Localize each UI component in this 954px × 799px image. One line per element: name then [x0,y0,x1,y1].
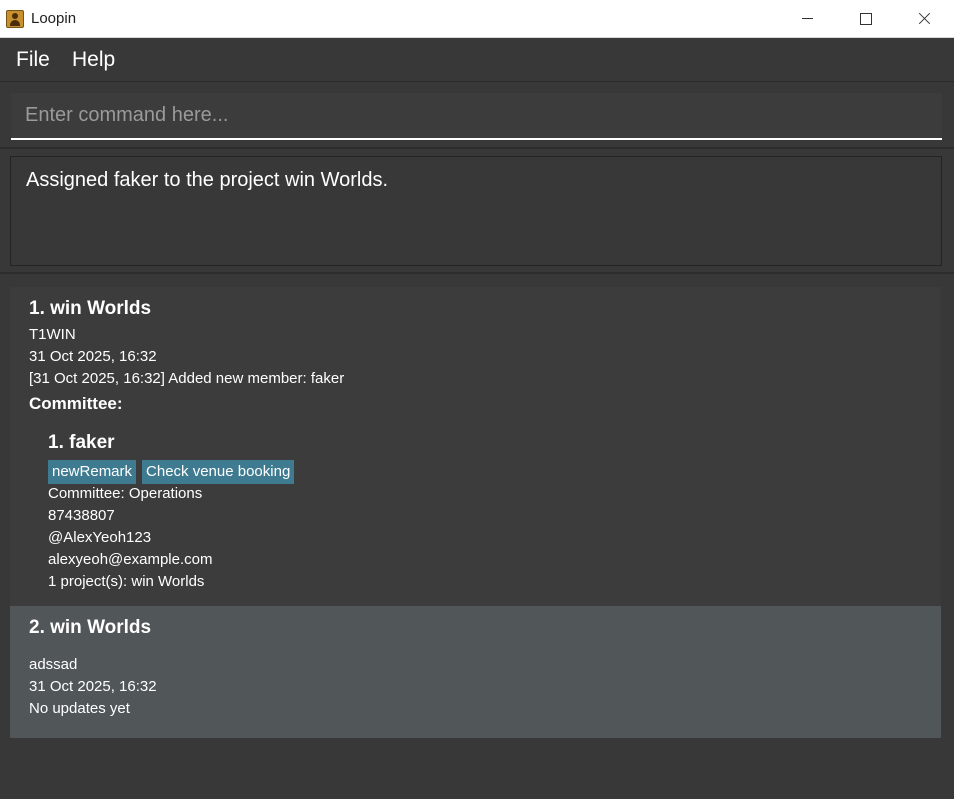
app-person-icon [6,10,24,28]
project-title: 2. win Worlds [29,617,152,638]
project-datetime: 31 Oct 2025, 16:32 [29,348,157,365]
project-card[interactable]: 2. win Worlds adssad 31 Oct 2025, 16:32 … [10,606,941,738]
project-update: [31 Oct 2025, 16:32] Added new member: f… [29,370,345,387]
menu-file[interactable]: File [16,48,50,72]
project-datetime: 31 Oct 2025, 16:32 [29,678,157,695]
project-title: 1. win Worlds [29,298,152,319]
committee-label: Committee: [29,394,123,413]
result-display: Assigned faker to the project win Worlds… [10,156,942,266]
tag-badge: Check venue booking [142,460,295,484]
menu-bar: File Help [0,38,954,82]
project-code: T1WIN [29,326,76,343]
member-handle: @AlexYeoh123 [48,529,152,546]
member-title: 1. faker [48,432,115,453]
project-update: No updates yet [29,700,130,717]
member-phone: 87438807 [48,507,115,524]
close-icon[interactable] [895,0,953,38]
command-input[interactable] [11,93,942,140]
maximize-icon[interactable] [836,0,894,38]
project-card[interactable]: 1. win Worlds T1WIN 31 Oct 2025, 16:32 [… [10,287,941,606]
project-list[interactable]: 1. win Worlds T1WIN 31 Oct 2025, 16:32 [… [10,287,941,738]
minimize-icon[interactable] [778,0,836,38]
title-bar: Loopin [0,0,954,38]
command-box [0,83,954,149]
tag-badge: newRemark [48,460,137,484]
project-code: adssad [29,656,78,673]
member-committee: Committee: Operations [48,485,203,502]
member-email: alexyeoh@example.com [48,551,213,568]
divider [0,272,954,274]
member-tags: newRemark Check venue booking [48,460,300,484]
member-projects: 1 project(s): win Worlds [48,573,205,590]
menu-help[interactable]: Help [72,48,115,72]
window-title: Loopin [31,10,77,27]
result-message: Assigned faker to the project win Worlds… [26,169,389,191]
